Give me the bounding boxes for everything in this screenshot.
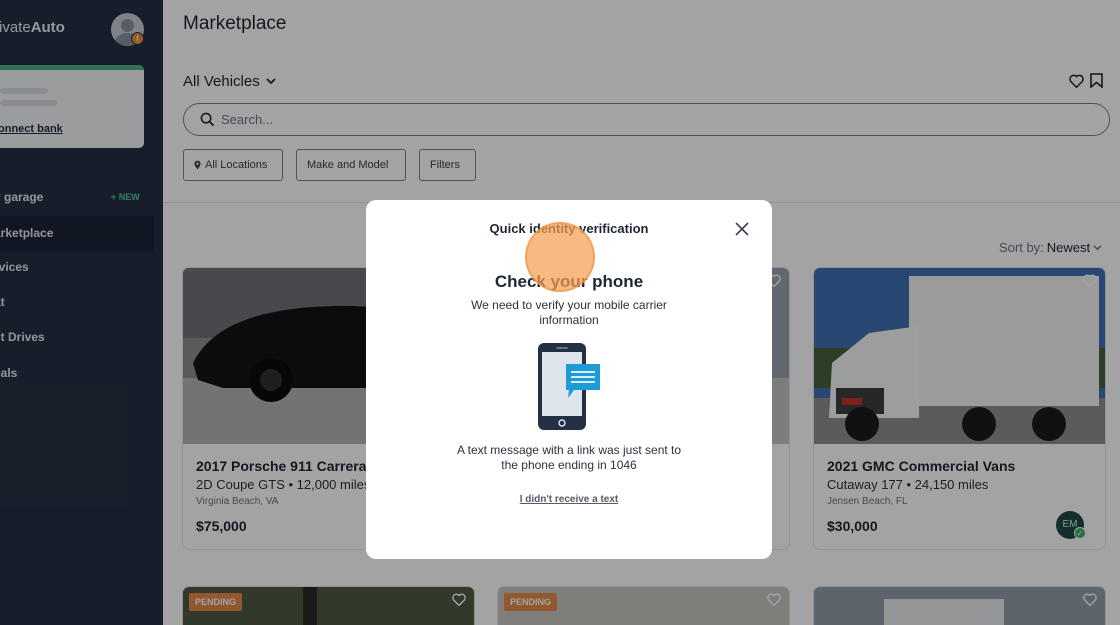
close-icon[interactable] <box>734 221 750 237</box>
click-indicator <box>525 222 595 292</box>
modal-message: A text message with a link was just sent… <box>456 443 682 472</box>
phone-message-icon <box>538 343 600 430</box>
resend-text-link[interactable]: I didn't receive a text <box>366 494 772 505</box>
modal-description: We need to verify your mobile carrier in… <box>471 298 667 327</box>
